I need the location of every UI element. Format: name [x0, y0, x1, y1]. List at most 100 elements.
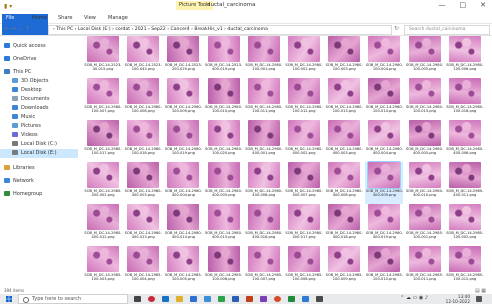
nav-item[interactable]: Homegroup	[0, 190, 78, 199]
task-view-icon[interactable]	[134, 296, 141, 302]
file-item[interactable]: SOB_M_DC-14-2980-400-018.png	[325, 204, 363, 246]
file-item[interactable]: SOB_M_DC-14-2980-400-014.png	[164, 204, 202, 246]
system-tray-icons[interactable]: ⌃ ☁ ▭ ◉ ♪	[400, 295, 428, 301]
mail-icon[interactable]	[204, 296, 211, 302]
file-item[interactable]: SOB_M_DC-14-2980-400-007.png	[285, 162, 323, 204]
file-item[interactable]: SOB_M_DC-14-2980-100-012.png	[285, 78, 323, 120]
nav-item[interactable]: Pictures	[0, 122, 78, 131]
file-item[interactable]: SOB_M_DC-14-2980-400-016.png	[245, 204, 283, 246]
file-item[interactable]: SOB_M_DC-14-2980-100-018.png	[124, 120, 162, 162]
file-explorer-icon[interactable]	[176, 296, 183, 302]
file-item[interactable]: SOB_M_DC-14-2980-400-003.png	[325, 120, 363, 162]
maximize-button[interactable]: □	[460, 1, 467, 9]
back-arrow-icon[interactable]: ←	[4, 25, 11, 32]
minimize-button[interactable]: —	[439, 1, 446, 9]
app-green-icon[interactable]	[288, 296, 295, 302]
file-item[interactable]: SOB_M_DC-14-2985-100-004.png	[124, 246, 162, 286]
word-icon[interactable]	[232, 296, 239, 302]
file-item[interactable]: SOB_M_DC-14-2980-400-008.png	[325, 162, 363, 204]
taskbar-search-box[interactable]: Type here to search	[18, 294, 128, 304]
file-item[interactable]: SOB_M_DC-14-2980-400-015.png	[205, 204, 243, 246]
app-dark-icon[interactable]	[316, 296, 323, 302]
nav-item[interactable]: OneDrive	[0, 55, 78, 64]
file-item[interactable]: SOB_M_DC-14-2985-100-008.png	[285, 246, 323, 286]
tab-home[interactable]: Home	[28, 14, 51, 23]
chrome-icon[interactable]	[274, 296, 281, 302]
file-item[interactable]: SOB_M_DC-14-2980-400-017.png	[285, 204, 323, 246]
file-item[interactable]: SOB_M_DC-14-2980-400-013.png	[124, 204, 162, 246]
file-item[interactable]: SOB_M_DC-14-2980-400-004.png	[365, 120, 403, 162]
file-item[interactable]: SOB_M_DC-14-2985-100-006.png	[205, 246, 243, 286]
opera-icon[interactable]	[148, 296, 155, 302]
file-item[interactable]: SOB_M_DC-14-2980-100-017.png	[84, 120, 122, 162]
app-blue-icon[interactable]	[302, 296, 309, 302]
file-item[interactable]: SOB_M_DC-14-2980-400-005.png	[406, 120, 444, 162]
file-item[interactable]: SOB_M_DC-14-2980-100-011.png	[245, 78, 283, 120]
file-item[interactable]: SOB_M_DC-14-2980-100-013.png	[325, 78, 363, 120]
store-icon[interactable]	[190, 296, 197, 302]
file-item[interactable]: SOB_M_DC-14-2980-100-002.png	[285, 36, 323, 78]
file-item[interactable]: SOB_M_DC-14-2980-100-010.png	[205, 78, 243, 120]
nav-item[interactable]: Quick access	[0, 42, 78, 51]
address-bar[interactable]: › This PC › Local Disk (E:) › cordat › 2…	[48, 25, 392, 35]
file-item[interactable]: SOB_M_DC-14-2523-40-015.png	[84, 36, 122, 78]
file-item[interactable]: SOB_M_DC-14-2980-400-002.png	[84, 162, 122, 204]
file-item[interactable]: SOB_M_DC-14-2523-200-025.png	[164, 36, 202, 78]
file-item[interactable]: SOB_M_DC-14-2980-400-006.png	[245, 162, 283, 204]
file-item[interactable]: SOB_M_DC-14-2980-400-012.png	[84, 204, 122, 246]
file-item[interactable]: SOB_M_DC-14-2980-400-001.png	[245, 120, 283, 162]
file-item[interactable]: SOB_M_DC-14-2985-100-002.png	[446, 204, 484, 246]
windows-start-icon[interactable]	[6, 296, 12, 302]
nav-item[interactable]: 3D Objects	[0, 77, 78, 86]
file-item[interactable]: SOB_M_DC-14-2985-100-012.png	[446, 246, 484, 286]
up-arrow-icon[interactable]: ↑	[25, 25, 32, 32]
file-item[interactable]: SOB_M_DC-14-2980-100-014.png	[365, 78, 403, 120]
file-item[interactable]: SOB_M_DC-14-2980-100-016.png	[446, 78, 484, 120]
app-icon[interactable]	[260, 296, 267, 302]
refresh-icon[interactable]: ↻	[394, 25, 399, 32]
search-input[interactable]: Search ductal_carcinoma	[404, 25, 490, 35]
file-item[interactable]: SOB_M_DC-14-2980-100-020.png	[205, 120, 243, 162]
clock[interactable]: 13:40 12-10-2022	[446, 294, 470, 304]
file-item[interactable]: SOB_M_DC-14-2980-100-008.png	[124, 78, 162, 120]
file-item[interactable]: SOB_M_DC-14-2980-100-019.png	[164, 120, 202, 162]
nav-item[interactable]: Videos	[0, 131, 78, 140]
file-item[interactable]: SOB_M_DC-14-2980-400-003.png	[124, 162, 162, 204]
edge-icon[interactable]	[162, 296, 169, 302]
nav-item[interactable]: Local Disk (E:)	[0, 149, 78, 158]
file-item[interactable]: SOB_M_DC-14-2980-100-004.png	[365, 36, 403, 78]
file-item[interactable]: SOB_M_DC-14-2980-100-007.png	[84, 78, 122, 120]
file-item[interactable]: SOB_M_DC-14-2985-100-007.png	[245, 246, 283, 286]
file-item[interactable]: SOB_M_DC-14-2985-100-009.png	[325, 246, 363, 286]
tab-manage[interactable]: Manage	[104, 14, 132, 23]
file-item[interactable]: SOB_M_DC-14-2980-400-002.png	[285, 120, 323, 162]
nav-item[interactable]: Documents	[0, 95, 78, 104]
file-item[interactable]: SOB_M_DC-14-2980-100-003.png	[325, 36, 363, 78]
nav-item[interactable]: This PC	[0, 68, 78, 77]
file-item[interactable]: SOB_M_DC-14-2980-400-019.png	[365, 204, 403, 246]
nav-item[interactable]: Local Disk (C:)	[0, 140, 78, 149]
file-item[interactable]: SOB_M_DC-14-2980-100-015.png	[406, 78, 444, 120]
file-item[interactable]: SOB_M_DC-14-2985-100-010.png	[365, 246, 403, 286]
file-item[interactable]: SOB_M_DC-14-2985-100-011.png	[406, 246, 444, 286]
file-item[interactable]: SOB_M_DC-14-2980-400-005.png	[205, 162, 243, 204]
file-item[interactable]: SOB_M_DC-14-2523-100-043.png	[124, 36, 162, 78]
nav-item[interactable]: Downloads	[0, 104, 78, 113]
excel-icon[interactable]	[218, 296, 225, 302]
tab-share[interactable]: Share	[54, 14, 76, 23]
file-item[interactable]: SOB_M_DC-14-2523-400-019.png	[205, 36, 243, 78]
forward-arrow-icon[interactable]: →	[11, 25, 18, 32]
powerpoint-icon[interactable]	[246, 296, 253, 302]
file-item[interactable]: SOB_M_DC-14-2980-400-011.png	[446, 162, 484, 204]
file-item[interactable]: SOB_M_DC-14-2980-400-010.png	[406, 162, 444, 204]
file-item[interactable]: SOB_M_DC-14-2980-100-009.png	[164, 78, 202, 120]
file-item[interactable]: SOB_M_DC-14-2980-400-006.png	[446, 120, 484, 162]
file-item[interactable]: SOB_M_DC-14-2980-400-004.png	[164, 162, 202, 204]
nav-item[interactable]: Desktop	[0, 86, 78, 95]
nav-item[interactable]: Music	[0, 113, 78, 122]
file-item[interactable]: SOB_M_DC-14-2980-100-006.png	[446, 36, 484, 78]
file-item[interactable]: SOB_M_DC-14-2985-100-001.png	[406, 204, 444, 246]
file-item[interactable]: SOB_M_DC-14-2980-400-009.png	[365, 161, 404, 204]
file-item[interactable]: SOB_M_DC-14-2980-100-001.png	[245, 36, 283, 78]
quick-access-toolbar[interactable]: ▮ ▾	[4, 3, 12, 10]
